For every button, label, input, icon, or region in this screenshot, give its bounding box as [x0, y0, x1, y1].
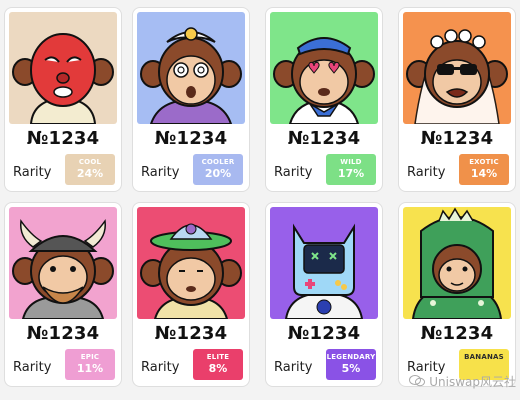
monkey-ufo-hat-icon: [137, 207, 245, 319]
nft-card[interactable]: №1234 Rarity EXOTIC 14%: [398, 7, 516, 192]
nft-card-grid: №1234 Rarity COOL 24% №1234 Rarity COOLE…: [0, 0, 520, 400]
monkey-viking-helmet-icon: [9, 207, 117, 319]
token-number: №1234: [287, 323, 361, 344]
rarity-tier: EXOTIC: [469, 158, 499, 166]
nft-card[interactable]: №1234 Rarity WILD 17%: [265, 7, 383, 192]
rarity-badge: EXOTIC 14%: [459, 154, 509, 185]
rarity-percent: 8%: [208, 362, 228, 375]
nft-card[interactable]: №1234 Rarity LEGENDARY 5%: [265, 202, 383, 387]
token-number: №1234: [26, 323, 100, 344]
rarity-label: Rarity: [13, 165, 52, 180]
rarity-badge: COOL 24%: [65, 154, 115, 185]
rarity-label: Rarity: [274, 165, 313, 180]
token-number: №1234: [154, 323, 228, 344]
rarity-tier: LEGENDARY: [326, 353, 376, 361]
monkey-dino-suit-icon: [403, 207, 511, 319]
rarity-tier: EPIC: [80, 353, 100, 361]
rarity-percent: 20%: [204, 167, 232, 180]
rarity-percent: 14%: [470, 167, 498, 180]
rarity-label: Rarity: [274, 360, 313, 375]
rarity-percent: 24%: [76, 167, 104, 180]
wechat-icon: [409, 375, 426, 387]
rarity-tier: COOLER: [201, 158, 235, 166]
rarity-badge: WILD 17%: [326, 154, 376, 185]
rarity-percent: 17%: [337, 167, 365, 180]
rarity-tier: WILD: [340, 158, 362, 166]
rarity-label: Rarity: [407, 165, 446, 180]
rarity-label: Rarity: [141, 165, 180, 180]
rarity-tier: BANANAS: [464, 353, 504, 361]
rarity-label: Rarity: [13, 360, 52, 375]
monkey-sailor-hat-icon: [270, 12, 378, 124]
rarity-badge: EPIC 11%: [65, 349, 115, 380]
nft-card[interactable]: №1234 Rarity BANANAS: [398, 202, 516, 387]
rarity-badge: LEGENDARY 5%: [326, 349, 376, 380]
rarity-percent: 5%: [341, 362, 361, 375]
watermark: Uniswap风云社: [409, 373, 516, 390]
rarity-percent: 11%: [76, 362, 104, 375]
rarity-tier: COOL: [78, 158, 102, 166]
rarity-badge: ELITE 8%: [193, 349, 243, 380]
nft-card[interactable]: №1234 Rarity EPIC 11%: [4, 202, 122, 387]
monkey-egg-hat-icon: [137, 12, 245, 124]
rarity-tier: ELITE: [206, 353, 230, 361]
monkey-astronaut-icon: [270, 207, 378, 319]
monkey-red-mask-icon: [9, 12, 117, 124]
token-number: №1234: [287, 128, 361, 149]
token-number: №1234: [420, 323, 494, 344]
watermark-text: Uniswap风云社: [429, 375, 516, 389]
nft-card[interactable]: №1234 Rarity ELITE 8%: [132, 202, 250, 387]
token-number: №1234: [26, 128, 100, 149]
nft-card[interactable]: №1234 Rarity COOLER 20%: [132, 7, 250, 192]
monkey-flower-crown-icon: [403, 12, 511, 124]
rarity-badge: COOLER 20%: [193, 154, 243, 185]
token-number: №1234: [420, 128, 494, 149]
token-number: №1234: [154, 128, 228, 149]
rarity-label: Rarity: [141, 360, 180, 375]
nft-card[interactable]: №1234 Rarity COOL 24%: [4, 7, 122, 192]
